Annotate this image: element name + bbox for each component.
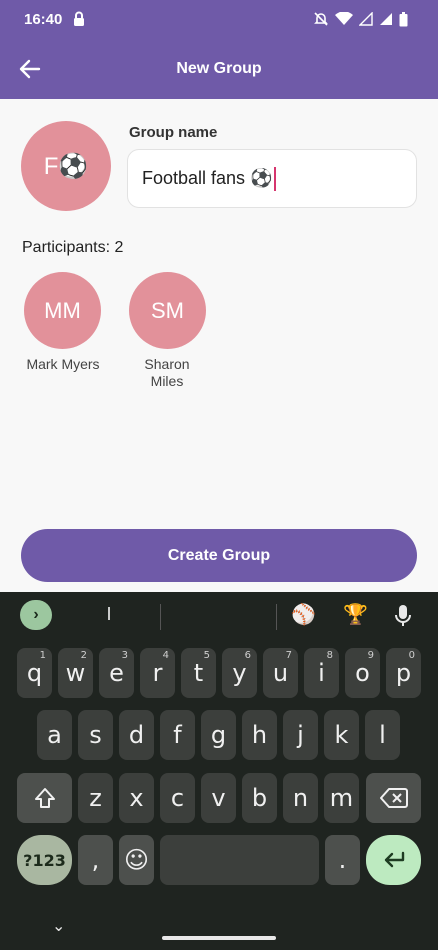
key-m[interactable]: m (324, 773, 359, 823)
key-i[interactable]: i8 (304, 648, 339, 698)
key-r[interactable]: r4 (140, 648, 175, 698)
chevron-down-icon[interactable]: ⌄ (52, 916, 65, 936)
key-hint: 5 (203, 650, 210, 661)
space-key[interactable] (160, 835, 319, 885)
shift-icon (34, 788, 55, 808)
keyboard: › I ⚾ 🏆 q1 w2 e3 r4 t5 y6 u7 i8 o9 p0 a … (0, 592, 438, 950)
suggestion-word[interactable]: I (100, 604, 118, 625)
key-q[interactable]: q1 (17, 648, 52, 698)
key-hint: 0 (408, 650, 415, 661)
key-a[interactable]: a (37, 710, 72, 760)
participants-count: Participants: 2 (22, 239, 124, 256)
status-time: 16:40 (24, 11, 63, 28)
key-label: e (109, 659, 124, 687)
key-u[interactable]: u7 (263, 648, 298, 698)
key-label: o (355, 659, 370, 687)
key-hint: 2 (80, 650, 87, 661)
group-name-label: Group name (129, 124, 218, 141)
page-title: New Group (176, 60, 262, 77)
key-t[interactable]: t5 (181, 648, 216, 698)
participant-avatar[interactable]: MM (24, 272, 101, 349)
key-l[interactable]: l (365, 710, 400, 760)
divider (160, 604, 161, 630)
key-hint: 3 (121, 650, 128, 661)
group-name-value: Football fans ⚽ (142, 168, 273, 188)
participant-name-line: Miles (150, 373, 184, 389)
comma-key[interactable]: , (78, 835, 113, 885)
group-avatar[interactable]: F⚽ (21, 121, 111, 211)
status-bar: 16:40 (0, 0, 438, 38)
delete-key[interactable] (366, 773, 421, 823)
emoji-suggestion[interactable]: 🏆 (343, 602, 368, 627)
key-j[interactable]: j (283, 710, 318, 760)
backspace-icon (379, 788, 408, 808)
key-y[interactable]: y6 (222, 648, 257, 698)
key-f[interactable]: f (160, 710, 195, 760)
group-name-input[interactable]: Football fans ⚽ (127, 149, 417, 208)
key-o[interactable]: o9 (345, 648, 380, 698)
key-label: i (318, 659, 325, 687)
key-d[interactable]: d (119, 710, 154, 760)
participant-name: Sharon Miles (127, 356, 207, 390)
lock-icon (74, 11, 84, 26)
key-w[interactable]: w2 (58, 648, 93, 698)
signal-r-icon (380, 13, 392, 25)
emoji-key[interactable]: ☺ (119, 835, 154, 885)
mute-icon (314, 12, 328, 26)
suggestion-bar: › I ⚾ 🏆 (0, 592, 438, 638)
key-v[interactable]: v (201, 773, 236, 823)
divider (276, 604, 277, 630)
key-z[interactable]: z (78, 773, 113, 823)
key-n[interactable]: n (283, 773, 318, 823)
key-hint: 7 (285, 650, 292, 661)
chevron-right-icon[interactable]: › (20, 600, 52, 630)
key-hint: 8 (326, 650, 333, 661)
key-g[interactable]: g (201, 710, 236, 760)
shift-key[interactable] (17, 773, 72, 823)
text-cursor (274, 166, 277, 191)
enter-key[interactable] (366, 835, 421, 885)
key-k[interactable]: k (324, 710, 359, 760)
key-x[interactable]: x (119, 773, 154, 823)
app-header: 16:40 New Group (0, 0, 438, 99)
key-hint: 9 (367, 650, 374, 661)
battery-icon (399, 11, 408, 26)
key-label: u (272, 659, 289, 687)
signal-icon (359, 12, 373, 26)
key-s[interactable]: s (78, 710, 113, 760)
key-label: p (395, 659, 412, 687)
key-hint: 4 (162, 650, 169, 661)
key-label: r (152, 659, 163, 687)
key-c[interactable]: c (160, 773, 195, 823)
key-p[interactable]: p0 (386, 648, 421, 698)
key-label: t (193, 659, 204, 687)
key-b[interactable]: b (242, 773, 277, 823)
key-label: w (65, 659, 86, 687)
home-indicator[interactable] (162, 936, 276, 940)
key-label: y (232, 659, 247, 687)
symbols-key[interactable]: ?123 (17, 835, 72, 885)
create-group-button[interactable]: Create Group (21, 529, 417, 582)
wifi-icon (335, 12, 353, 25)
key-e[interactable]: e3 (99, 648, 134, 698)
microphone-icon[interactable] (389, 601, 417, 629)
participant-name-line: Sharon (144, 356, 190, 372)
key-hint: 1 (39, 650, 46, 661)
period-key[interactable]: . (325, 835, 360, 885)
key-h[interactable]: h (242, 710, 277, 760)
key-hint: 6 (244, 650, 251, 661)
emoji-suggestion[interactable]: ⚾ (291, 602, 316, 627)
participant-name: Mark Myers (26, 356, 100, 372)
key-label: q (26, 659, 43, 687)
participant-avatar[interactable]: SM (129, 272, 206, 349)
enter-icon (384, 851, 404, 868)
